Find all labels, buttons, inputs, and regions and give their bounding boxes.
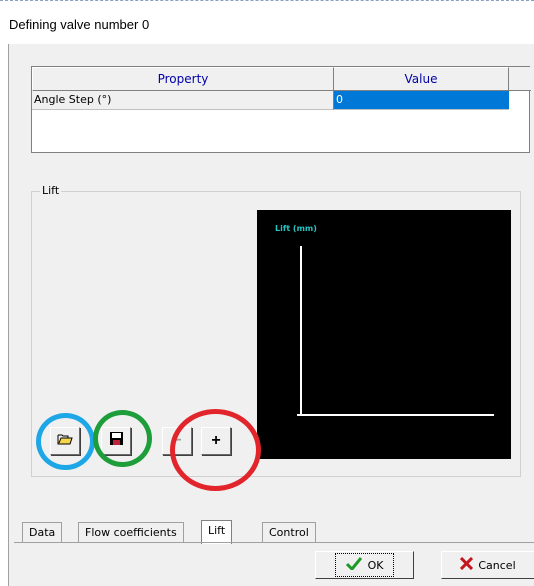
- column-header-filler: [509, 67, 531, 91]
- chart-x-axis: [297, 414, 494, 416]
- grid-cell-value[interactable]: 0: [334, 91, 509, 110]
- ok-label: OK: [367, 558, 384, 572]
- tab-data[interactable]: Data: [22, 522, 63, 543]
- column-header-property[interactable]: Property: [32, 67, 334, 91]
- title-bar: Defining valve number 0: [0, 0, 534, 44]
- grid-cell-property[interactable]: Angle Step (°): [32, 91, 334, 110]
- ok-button[interactable]: OK: [315, 551, 414, 579]
- tab-control[interactable]: Control: [262, 522, 316, 543]
- chart-axis-label: Lift (mm): [275, 224, 317, 233]
- lift-chart: Lift (mm): [257, 210, 511, 459]
- property-grid[interactable]: Property Value Angle Step (°) 0: [31, 66, 531, 153]
- cancel-label: Cancel: [478, 558, 516, 572]
- annotation-circle-blue: [36, 413, 95, 470]
- grid-row[interactable]: Angle Step (°) 0: [32, 91, 509, 110]
- tab-flow-coefficients[interactable]: Flow coefficients: [78, 522, 184, 543]
- annotation-circle-red: [170, 409, 261, 491]
- checkmark-icon: [345, 557, 362, 573]
- tab-strip-divider: [14, 542, 534, 543]
- column-header-value[interactable]: Value: [334, 67, 509, 91]
- cancel-button[interactable]: Cancel: [441, 551, 534, 579]
- grid-header: Property Value: [32, 67, 531, 91]
- tab-lift[interactable]: Lift: [201, 520, 233, 544]
- cross-icon: [460, 556, 474, 573]
- window-title: Defining valve number 0: [9, 17, 150, 32]
- chart-y-axis: [300, 246, 302, 416]
- title-bar-border: [0, 0, 534, 1]
- lift-group-label: Lift: [40, 184, 62, 197]
- annotation-circle-green: [93, 410, 152, 467]
